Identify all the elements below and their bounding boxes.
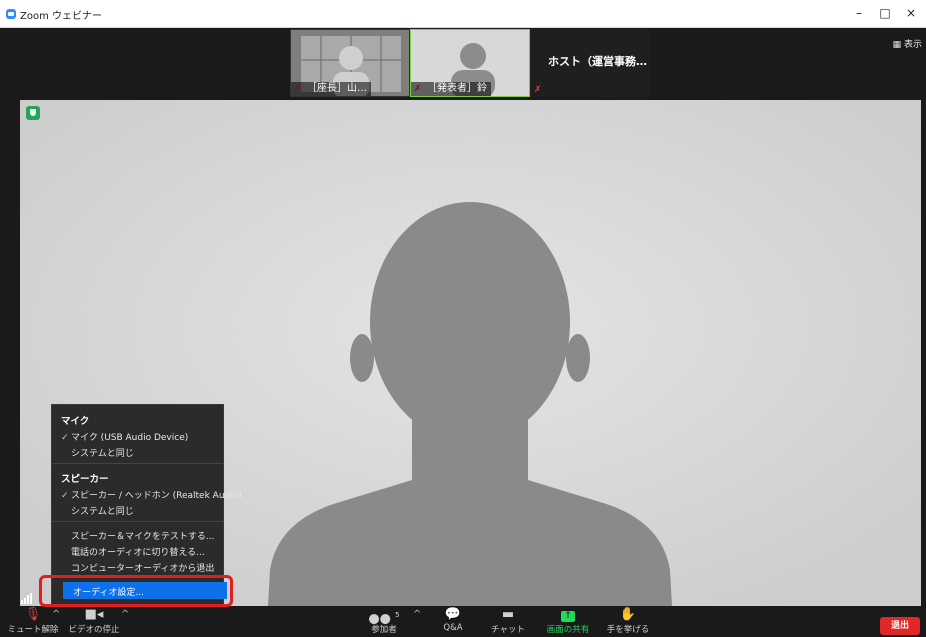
grid-icon: ▦ xyxy=(892,40,902,50)
video-options-caret[interactable]: ^ xyxy=(121,609,129,620)
menu-item-label: マイク (USB Audio Device) xyxy=(71,433,189,443)
host-name: ホスト（運営事務… xyxy=(548,55,647,68)
participants-count: 5 xyxy=(395,611,400,619)
host-tile[interactable]: ホスト（運営事務… ✗ xyxy=(530,29,650,97)
checkmark-icon: ✓ xyxy=(61,491,69,501)
checkmark-icon: ✓ xyxy=(61,433,69,443)
qa-button[interactable]: 💬 Q&A xyxy=(436,607,470,637)
menu-item-label: システムと同じ xyxy=(71,449,134,459)
raise-hand-button[interactable]: ✋ 手を挙げる xyxy=(602,607,654,637)
menu-divider xyxy=(52,463,223,464)
raise-hand-label: 手を挙げる xyxy=(606,625,650,635)
qa-label: Q&A xyxy=(443,623,463,633)
menu-item-label: 電話のオーディオに切り替える... xyxy=(71,548,205,558)
stop-video-button[interactable]: ■◂ ビデオの停止 xyxy=(62,607,126,637)
menu-item-label: スピーカー / ヘッドホン (Realtek Audio) xyxy=(71,491,242,501)
muted-mic-icon: ✗ xyxy=(534,85,542,95)
participant-tile-presenter[interactable]: ✗ ［発表者］鈴 xyxy=(410,29,530,97)
menu-item-test-audio[interactable]: スピーカー＆マイクをテストする... xyxy=(61,529,214,542)
menu-item-label: スピーカー＆マイクをテストする... xyxy=(71,532,215,542)
menu-item-label: システムと同じ xyxy=(71,507,134,517)
menu-divider xyxy=(52,521,223,522)
participant-name: ［座長］山… xyxy=(291,82,371,96)
audio-options-caret[interactable]: ^ xyxy=(52,609,60,620)
window-title: Zoom ウェビナー xyxy=(20,11,103,22)
view-button[interactable]: ▦ 表示 xyxy=(893,37,922,50)
close-button[interactable]: × xyxy=(896,3,926,23)
unmute-label: ミュート解除 xyxy=(7,625,59,635)
speaker-section-header: スピーカー xyxy=(61,474,109,485)
participant-name: ［発表者］鈴 xyxy=(411,82,491,96)
menu-item-mic-system[interactable]: システムと同じ xyxy=(61,446,134,459)
view-button-label: 表示 xyxy=(903,40,922,50)
participants-icon: ●● 5 xyxy=(368,611,400,627)
stop-video-label: ビデオの停止 xyxy=(68,625,120,635)
menu-item-speaker-realtek[interactable]: ✓ スピーカー / ヘッドホン (Realtek Audio) xyxy=(61,488,242,501)
participant-tile-chair[interactable]: ✗ ［座長］山… xyxy=(290,29,410,97)
share-screen-button[interactable]: ↑ 画面の共有 xyxy=(540,607,596,637)
meeting-toolbar: 🎙 ミュート解除 ^ ■◂ ビデオの停止 ^ ●● 5 参加者 ^ 💬 Q&A … xyxy=(0,607,926,637)
chat-icon: ▬ xyxy=(501,607,515,622)
security-shield-icon[interactable] xyxy=(26,106,40,120)
share-screen-label: 画面の共有 xyxy=(546,625,590,635)
qa-icon: 💬 xyxy=(444,607,462,622)
video-camera-icon: ■◂ xyxy=(84,607,104,622)
participants-caret[interactable]: ^ xyxy=(413,609,421,620)
mic-section-header: マイク xyxy=(61,416,90,427)
signal-strength-icon xyxy=(21,592,35,604)
menu-item-phone-audio[interactable]: 電話のオーディオに切り替える... xyxy=(61,545,205,558)
menu-item-label: コンピューターオーディオから退出 xyxy=(71,564,215,574)
annotation-highlight-box xyxy=(39,575,233,607)
raise-hand-icon: ✋ xyxy=(619,607,637,622)
chat-button[interactable]: ▬ チャット xyxy=(488,607,528,637)
menu-item-leave-computer-audio[interactable]: コンピューターオーディオから退出 xyxy=(61,561,214,574)
zoom-logo-icon xyxy=(6,9,16,19)
menu-item-mic-usb[interactable]: ✓ マイク (USB Audio Device) xyxy=(61,430,188,443)
share-screen-icon: ↑ xyxy=(540,607,596,623)
participants-button[interactable]: ●● 5 参加者 xyxy=(364,607,404,637)
leave-button[interactable]: 退出 xyxy=(880,617,920,635)
title-bar: Zoom ウェビナー – □ × xyxy=(0,0,926,28)
chat-label: チャット xyxy=(491,625,525,635)
menu-item-speaker-system[interactable]: システムと同じ xyxy=(61,504,134,517)
